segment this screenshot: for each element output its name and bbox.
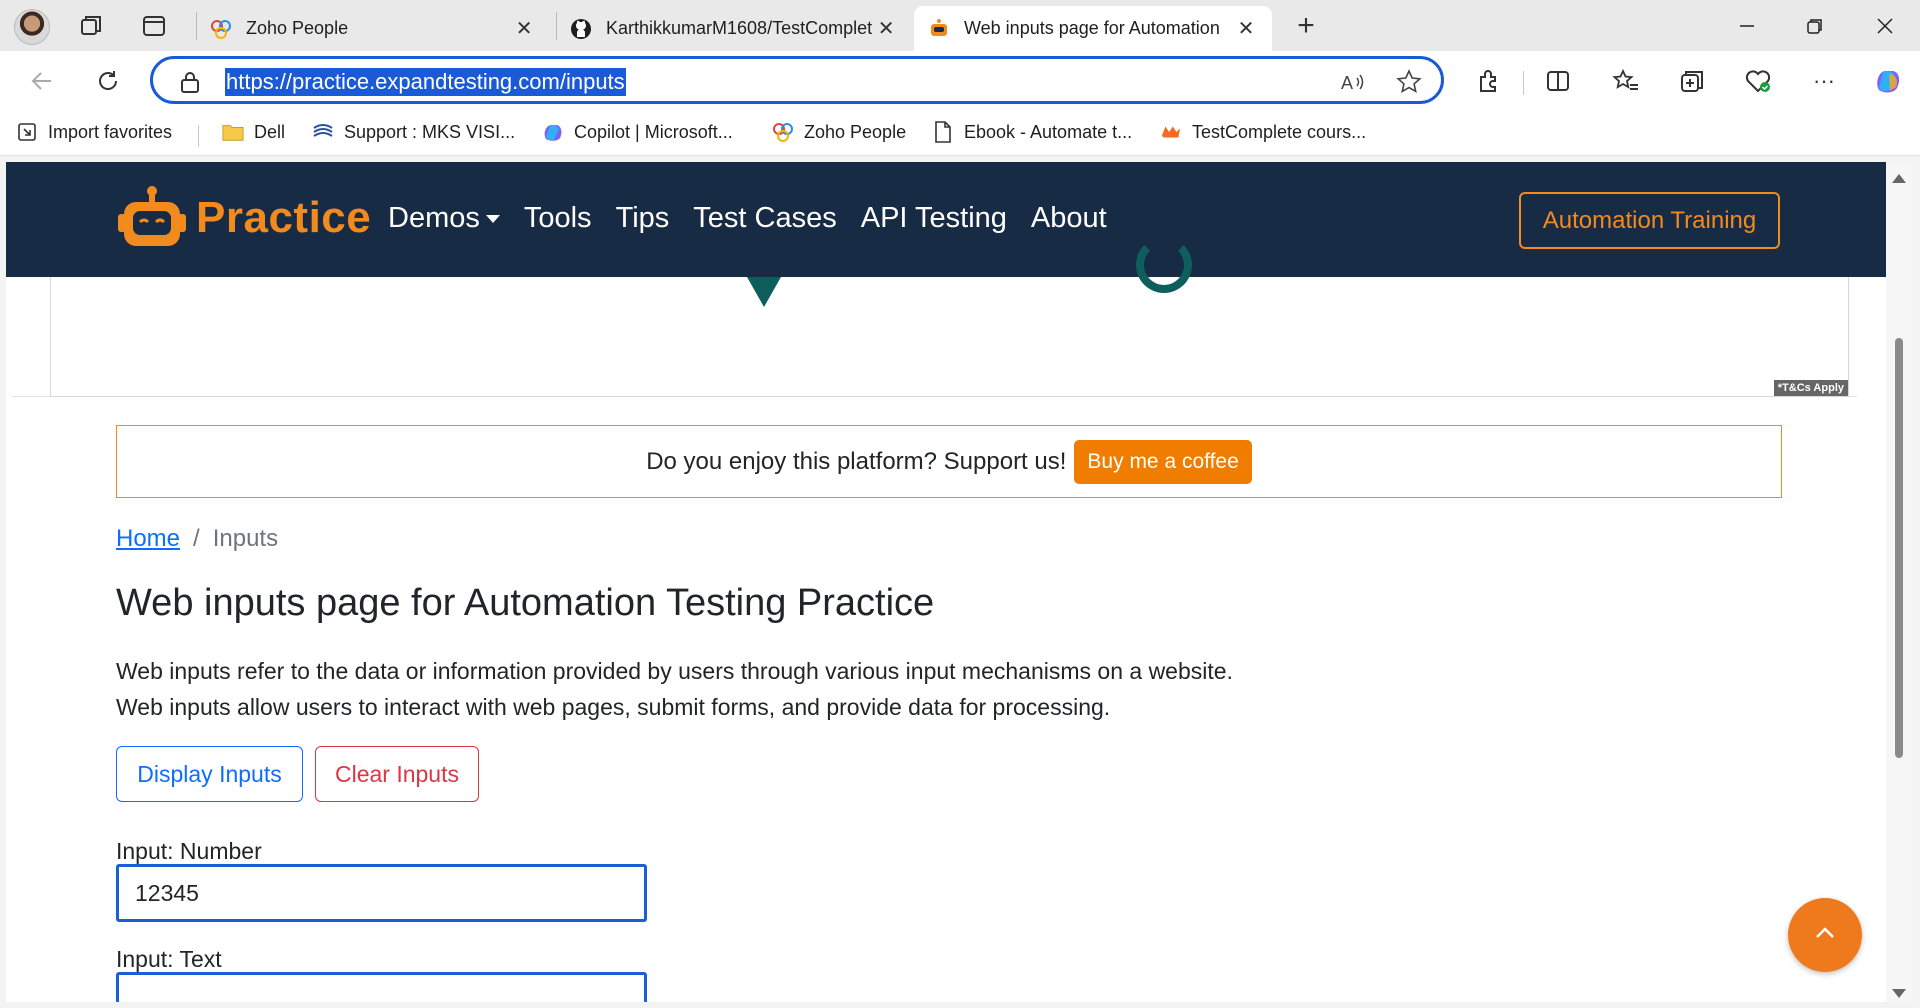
- zoho-icon: [772, 121, 794, 143]
- favorite-zoho[interactable]: Zoho People: [772, 121, 906, 143]
- scroll-down-icon[interactable]: [1892, 989, 1906, 998]
- breadcrumb-home-link[interactable]: Home: [116, 525, 180, 553]
- address-bar[interactable]: https://practice.expandtesting.com/input…: [150, 56, 1444, 104]
- import-icon: [16, 121, 38, 143]
- advertisement: *T&Cs Apply: [11, 237, 1857, 397]
- automation-training-button[interactable]: Automation Training: [1519, 192, 1780, 249]
- testcomplete-icon: [1160, 121, 1182, 143]
- breadcrumb-current: Inputs: [212, 525, 279, 552]
- favorite-testcomplete[interactable]: TestComplete cours...: [1160, 121, 1366, 143]
- favorite-mks[interactable]: Support : MKS VISI...: [312, 121, 515, 143]
- support-text: Do you enjoy this platform? Support us!: [646, 447, 1067, 475]
- breadcrumb: Home / Inputs: [116, 525, 278, 553]
- tab-title: KarthikkumarM1608/TestComplet: [606, 18, 873, 38]
- support-banner: Do you enjoy this platform? Support us! …: [116, 425, 1782, 498]
- robot-icon: [928, 18, 950, 40]
- minimize-icon[interactable]: [1714, 0, 1780, 51]
- scrollbar-thumb[interactable]: [1895, 338, 1903, 758]
- page-icon: [932, 121, 954, 143]
- back-icon[interactable]: [22, 63, 62, 99]
- tab-actions-icon[interactable]: [136, 10, 172, 42]
- svg-text:A: A: [1341, 73, 1353, 93]
- favorite-star-icon[interactable]: [1393, 68, 1425, 96]
- url-text[interactable]: https://practice.expandtesting.com/input…: [225, 68, 626, 96]
- favorite-dell[interactable]: Dell: [222, 121, 285, 143]
- tab-title: Web inputs page for Automation: [964, 18, 1220, 38]
- read-aloud-icon[interactable]: A: [1337, 68, 1369, 96]
- profile-avatar[interactable]: [14, 9, 50, 45]
- ad-graphic: [1136, 237, 1192, 293]
- github-icon: [570, 18, 592, 40]
- tab-zoho-people[interactable]: Zoho People ✕: [196, 6, 550, 51]
- text-input-label: Input: Text: [116, 946, 222, 972]
- nav-api-testing[interactable]: API Testing: [861, 202, 1007, 235]
- page-viewport: Practice Demos Tools Tips Test Cases API…: [6, 162, 1886, 1002]
- folder-icon: [222, 121, 244, 143]
- dropdown-caret-icon: [485, 215, 500, 224]
- restore-icon[interactable]: [1782, 0, 1848, 51]
- favorites-bar: Import favorites Dell Support : MKS VISI…: [0, 111, 1920, 156]
- close-icon[interactable]: ✕: [512, 16, 536, 41]
- nav-tips[interactable]: Tips: [616, 202, 670, 235]
- ad-graphic: [747, 277, 781, 307]
- copilot-icon[interactable]: [1870, 64, 1906, 98]
- favorite-ebook[interactable]: Ebook - Automate t...: [932, 121, 1132, 143]
- workspaces-icon[interactable]: [74, 10, 110, 42]
- copilot-icon: [542, 121, 564, 143]
- favorite-copilot[interactable]: Copilot | Microsoft...: [542, 121, 733, 143]
- nav-test-cases[interactable]: Test Cases: [693, 202, 836, 235]
- brand-name: Practice: [196, 193, 372, 242]
- ad-banner[interactable]: *T&Cs Apply: [50, 237, 1849, 397]
- browser-toolbar: https://practice.expandtesting.com/input…: [0, 51, 1920, 111]
- number-input[interactable]: 12345: [116, 864, 647, 922]
- close-window-icon[interactable]: [1852, 0, 1918, 51]
- new-tab-icon[interactable]: +: [1288, 9, 1324, 42]
- close-icon[interactable]: ✕: [1234, 16, 1258, 41]
- page-description: Web inputs refer to the data or informat…: [116, 653, 1233, 725]
- browser-essentials-icon[interactable]: [1740, 64, 1776, 98]
- tab-web-inputs[interactable]: Web inputs page for Automation ✕: [914, 6, 1272, 51]
- tab-github[interactable]: KarthikkumarM1608/TestComplet ✕: [556, 6, 912, 51]
- nav-about[interactable]: About: [1031, 202, 1107, 235]
- collections-icon[interactable]: [1674, 64, 1710, 98]
- main-nav: Demos Tools Tips Test Cases API Testing …: [388, 202, 1131, 235]
- brand-logo[interactable]: Practice: [116, 184, 371, 252]
- favorite-import[interactable]: Import favorites: [16, 121, 172, 143]
- zoho-icon: [210, 18, 232, 40]
- page-scrollbar[interactable]: [1886, 162, 1912, 1002]
- description-line: Web inputs allow users to interact with …: [116, 694, 1111, 720]
- site-navbar: Practice Demos Tools Tips Test Cases API…: [6, 162, 1886, 277]
- close-icon[interactable]: ✕: [874, 16, 898, 41]
- description-line: Web inputs refer to the data or informat…: [116, 658, 1233, 684]
- clear-inputs-button[interactable]: Clear Inputs: [315, 746, 479, 802]
- lock-icon[interactable]: [179, 70, 201, 99]
- robot-logo-icon: [116, 184, 188, 252]
- number-input-label: Input: Number: [116, 838, 262, 864]
- tab-strip: Zoho People ✕ KarthikkumarM1608/TestComp…: [0, 0, 1920, 51]
- split-screen-icon[interactable]: [1540, 64, 1576, 98]
- more-options-icon[interactable]: ···: [1806, 64, 1842, 98]
- scroll-to-top-button[interactable]: [1788, 898, 1862, 972]
- refresh-icon[interactable]: [88, 63, 128, 99]
- nav-tools[interactable]: Tools: [524, 202, 592, 235]
- scroll-up-icon[interactable]: [1892, 174, 1906, 183]
- nav-demos[interactable]: Demos: [388, 202, 500, 235]
- extensions-icon[interactable]: [1470, 64, 1506, 98]
- text-input[interactable]: [116, 972, 647, 1002]
- buy-coffee-button[interactable]: Buy me a coffee: [1074, 439, 1252, 484]
- page-title: Web inputs page for Automation Testing P…: [116, 582, 935, 624]
- tab-title: Zoho People: [246, 18, 349, 38]
- favorites-icon[interactable]: [1608, 64, 1644, 98]
- terms-badge: *T&Cs Apply: [1773, 380, 1848, 396]
- display-inputs-button[interactable]: Display Inputs: [116, 746, 303, 802]
- breadcrumb-separator: /: [193, 525, 200, 552]
- mks-icon: [312, 121, 334, 143]
- chevron-up-icon: [1814, 926, 1836, 945]
